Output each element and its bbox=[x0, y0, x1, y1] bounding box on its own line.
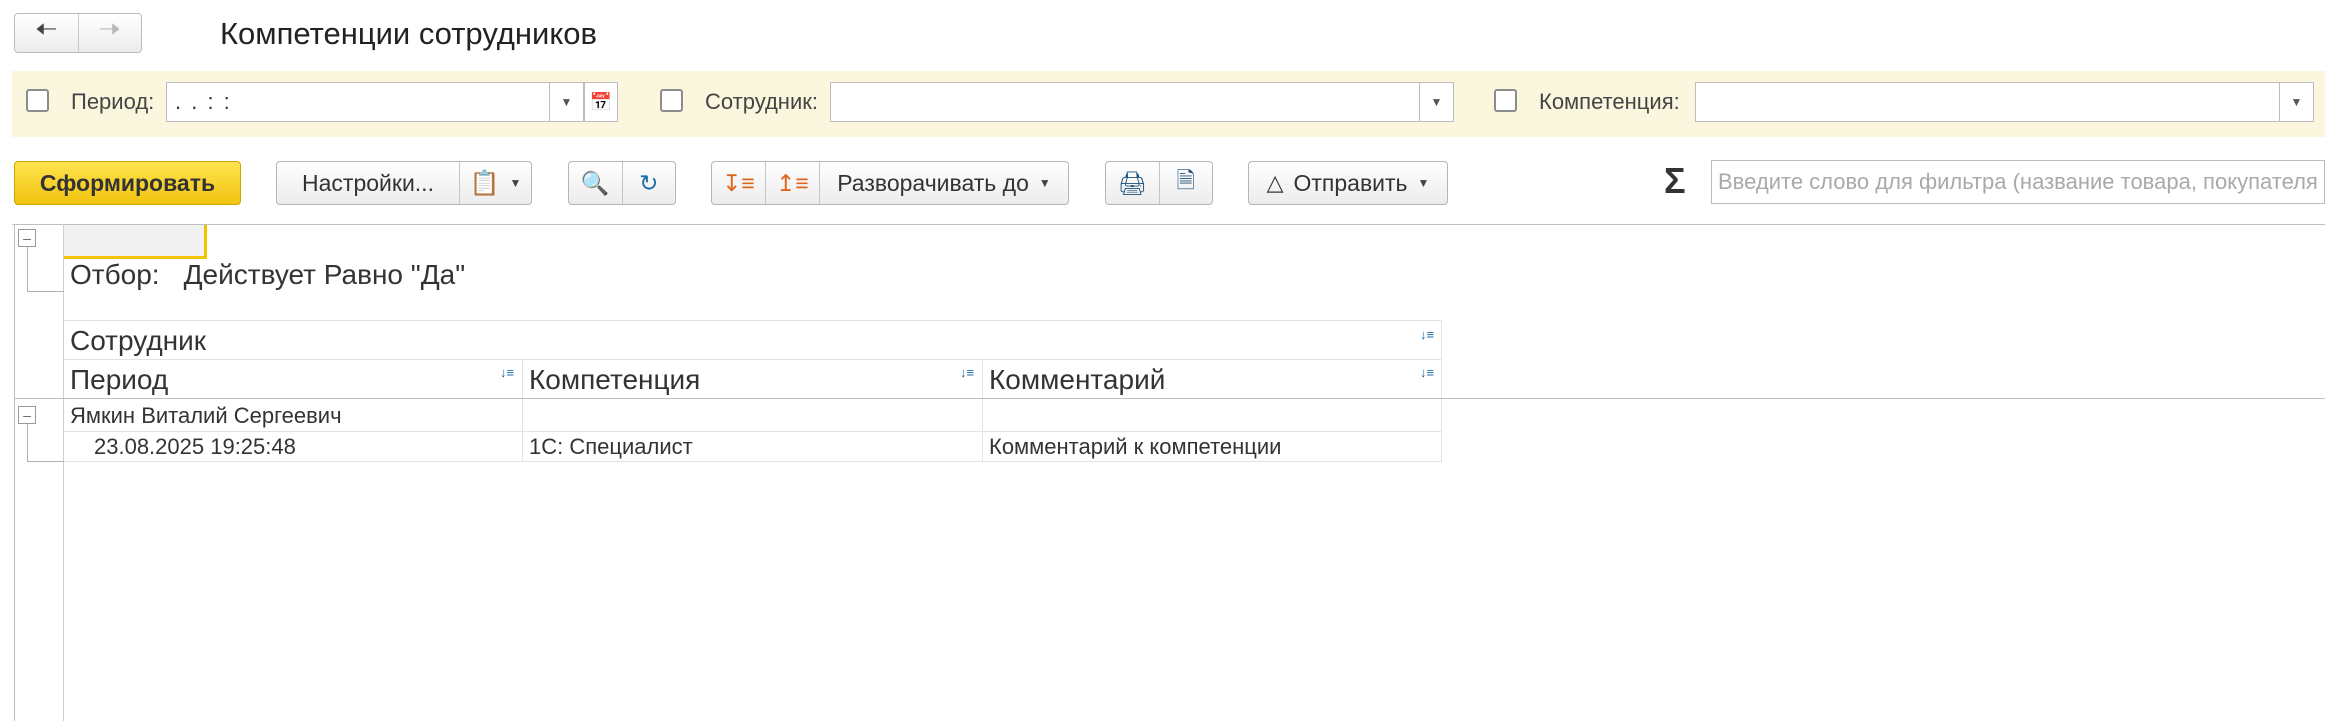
competence-checkbox[interactable] bbox=[1494, 89, 1517, 112]
grid-col-divider bbox=[982, 359, 983, 462]
calendar-button[interactable]: 📅 bbox=[584, 82, 618, 122]
filter-value: Действует Равно "Да" bbox=[183, 259, 466, 290]
settings-button[interactable]: Настройки... bbox=[277, 162, 459, 204]
column-header-period[interactable]: Период bbox=[70, 364, 168, 396]
arrow-right-icon: 🠢 bbox=[98, 14, 121, 44]
header-bottom-border bbox=[14, 398, 2325, 399]
period-dropdown-button[interactable]: ▼ bbox=[550, 82, 584, 122]
employee-checkbox[interactable] bbox=[660, 89, 683, 112]
find-next-button[interactable]: ↻ bbox=[623, 162, 676, 204]
group-bracket bbox=[27, 424, 64, 462]
employee-dropdown-button[interactable]: ▼ bbox=[1420, 82, 1454, 122]
chevron-down-icon: ▼ bbox=[1417, 176, 1430, 190]
grid-col-divider bbox=[522, 359, 523, 462]
collapse-all-button[interactable]: ↥≡ bbox=[766, 162, 819, 204]
group-row-employee[interactable]: Ямкин Виталий Сергеевич bbox=[70, 403, 342, 429]
collapse-toggle[interactable]: – bbox=[18, 406, 36, 424]
expand-all-button[interactable]: ↧≡ bbox=[712, 162, 765, 204]
row-border bbox=[64, 461, 1442, 462]
chevron-down-icon: ▼ bbox=[1430, 95, 1443, 109]
filter-caption: Отбор: bbox=[70, 259, 160, 290]
find-button[interactable]: 🔍 bbox=[569, 162, 622, 204]
send-icon: △ bbox=[1266, 170, 1284, 195]
search-input[interactable]: Введите слово для фильтра (название това… bbox=[1711, 160, 2325, 204]
column-header-comment[interactable]: Комментарий bbox=[989, 364, 1165, 396]
competence-label: Компетенция: bbox=[1539, 89, 1680, 114]
navigation-buttons: 🠠 🠢 bbox=[14, 13, 142, 53]
report-filter-line: Отбор: Действует Равно "Да" bbox=[70, 259, 465, 291]
search-group: 🔍 ↻ bbox=[568, 161, 676, 205]
printer-icon: 🖨 bbox=[1117, 169, 1147, 196]
send-button[interactable]: △ Отправить ▼ bbox=[1248, 161, 1448, 205]
header-top-border bbox=[64, 320, 1442, 321]
chevron-down-icon: ▼ bbox=[560, 95, 573, 109]
arrow-left-icon: 🠠 bbox=[35, 14, 58, 44]
chevron-down-icon: ▼ bbox=[2290, 95, 2303, 109]
print-preview-button[interactable]: 🗎 bbox=[1160, 162, 1213, 204]
employee-label: Сотрудник: bbox=[705, 89, 818, 114]
report-group-border bbox=[63, 224, 64, 721]
period-checkbox[interactable] bbox=[26, 89, 49, 112]
group-bracket bbox=[27, 247, 64, 292]
collapse-groups-icon: ↥≡ bbox=[776, 169, 809, 196]
forward-button[interactable]: 🠢 bbox=[79, 14, 142, 52]
header-employee[interactable]: Сотрудник bbox=[70, 325, 206, 357]
sort-icon[interactable]: ↓≡ bbox=[960, 365, 974, 380]
send-label: Отправить bbox=[1293, 169, 1408, 196]
cell-period[interactable]: 23.08.2025 19:25:48 bbox=[94, 434, 296, 460]
cell-comment[interactable]: Комментарий к компетенции bbox=[989, 434, 1281, 460]
period-label: Период: bbox=[71, 89, 155, 114]
sort-icon[interactable]: ↓≡ bbox=[1420, 365, 1434, 380]
collapse-toggle[interactable]: – bbox=[18, 229, 36, 247]
calendar-icon: 📅 bbox=[589, 91, 613, 112]
report-left-border bbox=[14, 224, 15, 721]
chevron-down-icon: ▼ bbox=[509, 176, 522, 190]
print-button[interactable]: 🖨 bbox=[1106, 162, 1159, 204]
print-preview-icon: 🗎 bbox=[1176, 166, 1196, 193]
period-field[interactable]: . . : : bbox=[166, 82, 550, 122]
competence-dropdown-button[interactable]: ▼ bbox=[2280, 82, 2314, 122]
settings-group: Настройки... 📋 ▼ bbox=[276, 161, 532, 205]
header-mid-border bbox=[64, 359, 1442, 360]
search-icon: 🔍 bbox=[580, 169, 610, 196]
expand-to-label: Разворачивать до bbox=[837, 169, 1029, 196]
column-header-competence[interactable]: Компетенция bbox=[529, 364, 700, 396]
minus-icon: – bbox=[23, 230, 31, 246]
grouping-group: ↧≡ ↥≡ Разворачивать до ▼ bbox=[711, 161, 1069, 205]
report-top-border bbox=[12, 224, 2325, 225]
cell-competence[interactable]: 1С: Специалист bbox=[529, 434, 693, 460]
generate-button[interactable]: Сформировать bbox=[14, 161, 241, 205]
sum-icon[interactable]: Σ bbox=[1664, 160, 1686, 202]
grid-right-border bbox=[1441, 320, 1442, 462]
search-next-icon: ↻ bbox=[639, 169, 659, 196]
employee-field[interactable] bbox=[830, 82, 1420, 122]
report-variants-icon: 📋 bbox=[469, 169, 500, 197]
print-group: 🖨 🗎 bbox=[1105, 161, 1213, 205]
expand-to-button[interactable]: Разворачивать до ▼ bbox=[820, 162, 1068, 204]
minus-icon: – bbox=[23, 407, 31, 423]
chevron-down-icon: ▼ bbox=[1038, 176, 1051, 190]
expand-groups-icon: ↧≡ bbox=[722, 169, 755, 196]
competence-field[interactable] bbox=[1695, 82, 2280, 122]
back-button[interactable]: 🠠 bbox=[15, 14, 78, 52]
page-title: Компетенции сотрудников bbox=[220, 16, 597, 51]
selected-cell[interactable] bbox=[64, 225, 207, 259]
sort-icon[interactable]: ↓≡ bbox=[500, 365, 514, 380]
variant-menu-button[interactable]: 📋 ▼ bbox=[460, 162, 531, 204]
row-border bbox=[64, 431, 1442, 432]
sort-icon[interactable]: ↓≡ bbox=[1420, 327, 1434, 342]
